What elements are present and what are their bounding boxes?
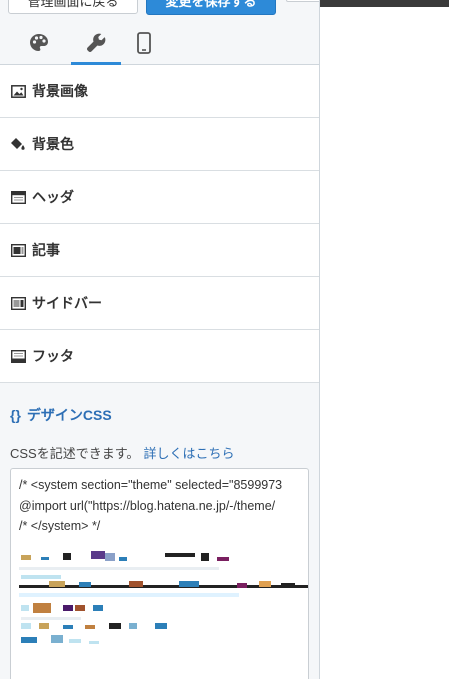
back-to-admin-button[interactable]: 管理画面に戻る bbox=[8, 0, 138, 14]
css-description: CSSを記述できます。 詳しくはこちら bbox=[10, 443, 234, 462]
css-help-link[interactable]: 詳しくはこちら bbox=[143, 446, 234, 461]
article-layout-icon bbox=[10, 242, 26, 258]
menu-item-label: 記事 bbox=[32, 242, 60, 258]
preview-top-bar bbox=[320, 0, 449, 7]
menu-item-label: 背景画像 bbox=[32, 83, 88, 99]
menu-item-sidebar[interactable]: サイドバー bbox=[0, 277, 319, 330]
code-line: @import url("https://blog.hatena.ne.jp/-… bbox=[19, 499, 276, 513]
header-layout-icon bbox=[10, 189, 26, 205]
tab-smartphone[interactable] bbox=[122, 22, 166, 64]
tab-customize[interactable] bbox=[71, 22, 121, 65]
menu-item-label: フッタ bbox=[32, 348, 74, 364]
menu-item-label: 背景色 bbox=[32, 136, 74, 152]
paint-bucket-icon bbox=[10, 136, 26, 152]
top-button-bar: 管理画面に戻る 変更を保存する bbox=[0, 0, 319, 16]
customize-tabs bbox=[0, 22, 319, 65]
save-changes-button[interactable]: 変更を保存する bbox=[146, 0, 276, 15]
design-css-title-text: デザインCSS bbox=[26, 407, 112, 423]
customize-panel: 管理画面に戻る 変更を保存する 背景画像 背景色 ヘッダ 記事 サイドバー フッ… bbox=[0, 0, 320, 679]
footer-layout-icon bbox=[10, 348, 26, 364]
image-icon bbox=[10, 83, 26, 99]
css-description-text: CSSを記述できます。 bbox=[10, 446, 140, 461]
menu-item-background-image[interactable]: 背景画像 bbox=[0, 65, 319, 118]
tab-design[interactable] bbox=[17, 22, 61, 64]
menu-item-background-color[interactable]: 背景色 bbox=[0, 118, 319, 171]
code-line: /* </system> */ bbox=[19, 519, 101, 533]
css-editor-textarea[interactable]: /* <system section="theme" selected="859… bbox=[10, 468, 309, 679]
smartphone-icon bbox=[137, 32, 151, 54]
preview-area bbox=[320, 0, 449, 679]
redacted-code-block bbox=[19, 551, 308, 651]
extra-button[interactable] bbox=[286, 0, 319, 2]
customize-menu: 背景画像 背景色 ヘッダ 記事 サイドバー フッタ bbox=[0, 65, 319, 383]
design-css-section: {} デザインCSS CSSを記述できます。 詳しくはこちら /* <system … bbox=[0, 389, 319, 679]
code-line: /* <system section="theme" selected="859… bbox=[19, 478, 283, 492]
sidebar-layout-icon bbox=[10, 295, 26, 311]
menu-item-header[interactable]: ヘッダ bbox=[0, 171, 319, 224]
palette-icon bbox=[30, 34, 48, 51]
menu-item-label: ヘッダ bbox=[32, 189, 74, 205]
braces-icon: {} bbox=[10, 407, 21, 423]
menu-item-label: サイドバー bbox=[32, 295, 102, 311]
menu-item-article[interactable]: 記事 bbox=[0, 224, 319, 277]
design-css-title[interactable]: {} デザインCSS bbox=[10, 405, 112, 425]
menu-item-footer[interactable]: フッタ bbox=[0, 330, 319, 383]
wrench-icon bbox=[87, 33, 106, 52]
